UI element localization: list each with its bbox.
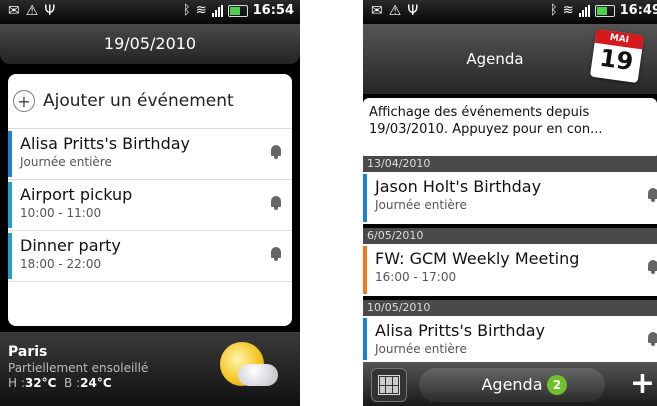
date-header: 19/05/2010: [0, 24, 300, 64]
event-time: 16:00 - 17:00: [375, 270, 457, 284]
add-icon: +: [13, 90, 35, 112]
agenda-event-item[interactable]: Jason Holt's Birthday Journée entière: [363, 172, 657, 224]
bell-icon: [270, 245, 282, 261]
agenda-header: Agenda MAI 19: [363, 24, 657, 94]
signal-icon: [211, 4, 223, 17]
add-icon[interactable]: +: [630, 366, 655, 402]
status-bar: ✉ ⚠ Ψ ᛒ ≋ 16:49: [363, 0, 657, 24]
high-label: H :: [8, 376, 25, 390]
event-item[interactable]: Airport pickup 10:00 - 11:00: [8, 180, 292, 231]
battery-icon: [594, 4, 615, 17]
date-separator: 13/04/2010: [363, 156, 657, 172]
event-color-bar: [363, 174, 367, 222]
view-label: Agenda: [481, 375, 543, 394]
bell-icon: [647, 258, 657, 274]
event-title: Alisa Pritts's Birthday: [20, 134, 190, 153]
add-event-button[interactable]: + Ajouter un événement: [8, 74, 292, 129]
phone-agenda-view: ✉ ⚠ Ψ ᛒ ≋ 16:49 Agenda MAI 19 Affichage …: [363, 0, 657, 406]
high-temp: 32°C: [24, 376, 57, 390]
events-card: + Ajouter un événement Alisa Pritts's Bi…: [8, 74, 292, 326]
calendar-grid-button[interactable]: [371, 368, 407, 402]
event-time: Journée entière: [375, 198, 467, 212]
wifi-icon: ≋: [195, 3, 207, 18]
date-separator: 10/05/2010: [363, 300, 657, 316]
low-temp: 24°C: [80, 376, 112, 390]
count-badge: 2: [547, 375, 567, 395]
event-time: Journée entière: [375, 342, 467, 356]
event-color-bar: [363, 318, 367, 360]
mail-icon: ✉: [371, 3, 383, 19]
bell-icon: [647, 330, 657, 346]
info-banner[interactable]: Affichage des événements depuis 19/03/20…: [363, 98, 657, 160]
add-event-label: Ajouter un événement: [43, 91, 234, 111]
calendar-day: 19: [597, 43, 635, 77]
view-selector-button[interactable]: Agenda 2: [419, 368, 605, 402]
event-color-bar: [8, 182, 12, 228]
event-title: Dinner party: [20, 236, 121, 255]
agenda-event-item[interactable]: Alisa Pritts's Birthday Journée entière: [363, 316, 657, 362]
event-item[interactable]: Alisa Pritts's Birthday Journée entière: [8, 129, 292, 180]
bell-icon: [270, 143, 282, 159]
calendar-grid-icon: [378, 375, 400, 395]
event-color-bar: [363, 246, 367, 294]
event-time: 10:00 - 11:00: [20, 206, 102, 220]
bottom-toolbar: Agenda 2 +: [363, 362, 657, 406]
signal-icon: [578, 4, 590, 17]
agenda-event-item[interactable]: FW: GCM Weekly Meeting 16:00 - 17:00: [363, 244, 657, 296]
battery-icon: [227, 4, 248, 17]
phone-day-view: ✉ ⚠ Ψ ᛒ ≋ 16:54 19/05/2010 + Ajouter un …: [0, 0, 300, 406]
warning-icon: ⚠: [388, 3, 402, 19]
wifi-icon: ≋: [562, 3, 574, 18]
bell-icon: [647, 186, 657, 202]
usb-icon: Ψ: [44, 3, 56, 19]
weather-widget[interactable]: Paris Partiellement ensoleillé H :32°C B…: [0, 332, 300, 406]
date-separator: 6/05/2010: [363, 228, 657, 244]
event-title: FW: GCM Weekly Meeting: [375, 249, 580, 268]
weather-sun-cloud-icon: [214, 340, 278, 398]
event-title: Airport pickup: [20, 185, 133, 204]
mail-icon: ✉: [8, 3, 20, 19]
low-label: B :: [64, 376, 81, 390]
event-title: Alisa Pritts's Birthday: [375, 321, 545, 340]
bell-icon: [270, 194, 282, 210]
warning-icon: ⚠: [25, 3, 39, 19]
event-time: 18:00 - 22:00: [20, 257, 102, 271]
status-time: 16:49: [619, 3, 657, 18]
event-time: Journée entière: [20, 155, 112, 169]
event-color-bar: [8, 131, 12, 177]
event-title: Jason Holt's Birthday: [375, 177, 542, 196]
bluetooth-icon: ᛒ: [182, 3, 191, 18]
bluetooth-icon: ᛒ: [549, 3, 558, 18]
event-item[interactable]: Dinner party 18:00 - 22:00: [8, 231, 292, 282]
calendar-icon[interactable]: MAI 19: [589, 28, 645, 84]
event-color-bar: [8, 233, 12, 279]
usb-icon: Ψ: [407, 3, 419, 19]
status-bar: ✉ ⚠ Ψ ᛒ ≋ 16:54: [0, 0, 300, 24]
status-time: 16:54: [252, 3, 294, 18]
